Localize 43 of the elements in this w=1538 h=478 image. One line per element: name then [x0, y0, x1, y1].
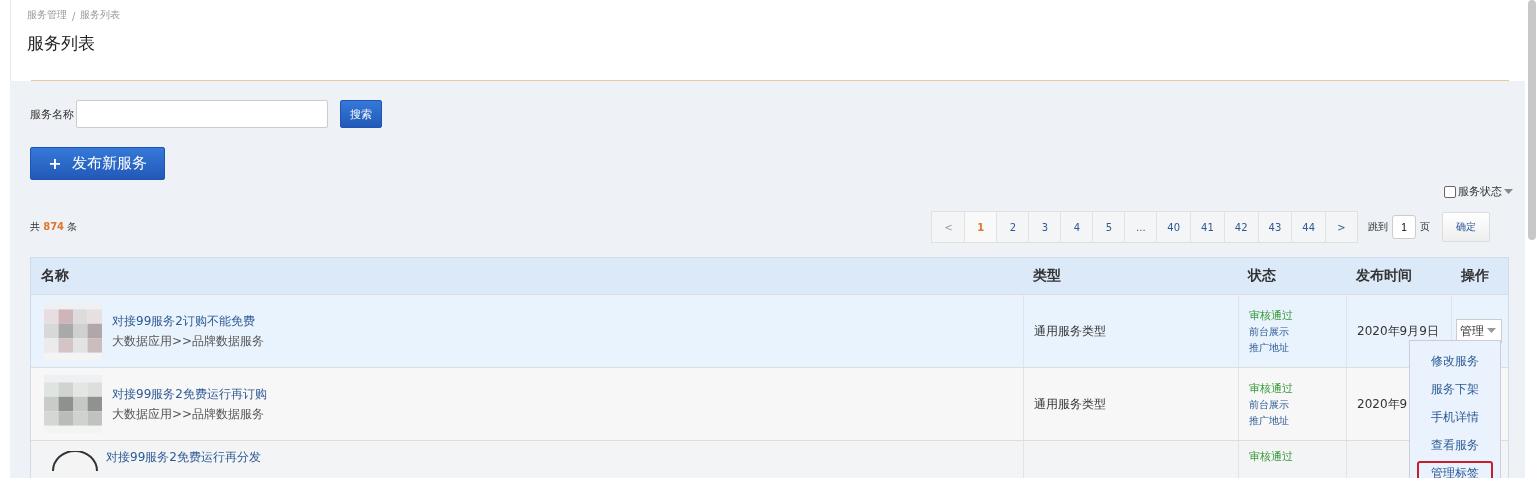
confirm-button[interactable]: 确定 [1442, 212, 1490, 242]
search-button[interactable]: 搜索 [340, 100, 382, 128]
menu-item[interactable]: 修改服务 [1417, 349, 1493, 374]
breadcrumb-separator: / [72, 11, 76, 22]
column-header: 发布时间 [1355, 266, 1413, 285]
menu-item[interactable]: 管理标签 [1417, 461, 1493, 478]
menu-item[interactable]: 服务下架 [1417, 377, 1493, 402]
status-link[interactable]: 推广地址 [1249, 413, 1346, 428]
menu-item[interactable]: 查看服务 [1417, 433, 1493, 458]
page-title: 服务列表 [27, 32, 96, 55]
column-header: 名称 [40, 266, 70, 285]
status-text: 审核通过 [1249, 380, 1294, 396]
caret-icon [1504, 188, 1513, 195]
total-count: 共 874 条 [30, 220, 79, 234]
service-title-link[interactable]: 对接99服务2免费运行再订购 [112, 385, 267, 403]
publish-date: 2020年9月9日 [1357, 322, 1440, 340]
status-filter[interactable]: 服务状态 [1444, 184, 1513, 199]
status-link[interactable]: 前台展示 [1249, 397, 1346, 412]
scrollbar-thumb[interactable] [1528, 0, 1536, 240]
service-category: 大数据应用>>品牌数据服务 [112, 405, 266, 423]
status-text: 审核通过 [1249, 449, 1294, 464]
service-type: 通用服务类型 [1034, 395, 1107, 413]
column-header: 操作 [1460, 266, 1490, 285]
status-text: 审核通过 [1249, 307, 1294, 323]
column-header: 类型 [1032, 266, 1062, 285]
jump-label: 跳到 [1368, 220, 1388, 234]
manage-dropdown[interactable]: 管理 [1456, 319, 1502, 343]
page-unit-label: 页 [1420, 220, 1430, 234]
search-label: 服务名称 [30, 106, 74, 122]
status-link[interactable]: 推广地址 [1249, 340, 1346, 355]
service-type: 通用服务类型 [1034, 322, 1107, 340]
caret-icon [1487, 328, 1496, 334]
column-header: 状态 [1246, 266, 1277, 285]
publish-button[interactable]: + 发布新服务 [30, 147, 165, 180]
service-title-link[interactable]: 对接99服务2免费运行再分发 [106, 449, 261, 466]
service-category: 大数据应用>>品牌数据服务 [112, 332, 265, 350]
search-field[interactable] [76, 100, 328, 128]
publish-date: 2020年9 [1357, 395, 1409, 413]
page-number-field[interactable]: 1 [1392, 215, 1416, 239]
menu-item[interactable]: 手机详情 [1417, 405, 1493, 430]
service-title-link[interactable]: 对接99服务2订购不能免费 [112, 312, 265, 330]
breadcrumb-item: 服务列表 [80, 8, 121, 22]
status-link[interactable]: 前台展示 [1249, 324, 1346, 339]
